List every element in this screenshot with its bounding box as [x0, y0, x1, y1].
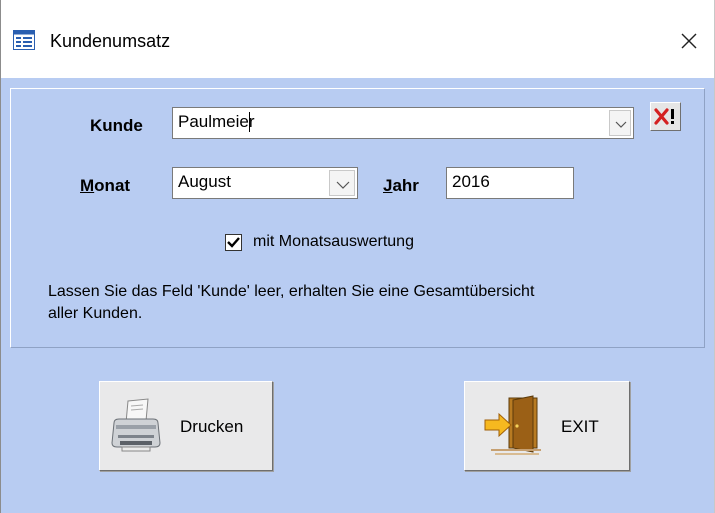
kunde-value: Paulmeier — [178, 112, 255, 131]
kunde-combobox[interactable]: Paulmeier — [172, 107, 634, 139]
monatsauswertung-label: mit Monatsauswertung — [253, 233, 414, 250]
exit-label: EXIT — [561, 417, 599, 436]
close-button[interactable] — [672, 24, 706, 58]
hint-line-1: Lassen Sie das Feld 'Kunde' leer, erhalt… — [48, 283, 535, 300]
monat-dropdown-button[interactable] — [329, 170, 355, 196]
window-border-left — [0, 0, 1, 513]
clear-kunde-button[interactable] — [650, 102, 681, 131]
exit-button[interactable]: EXIT — [464, 381, 630, 471]
window-title: Kundenumsatz — [50, 31, 171, 51]
delete-x-icon — [654, 108, 674, 125]
drucken-label: Drucken — [180, 417, 244, 436]
jahr-value: 2016 — [452, 172, 490, 191]
kunde-label: Kunde — [90, 116, 143, 135]
close-icon — [681, 33, 697, 49]
monat-combobox[interactable]: August — [172, 167, 358, 199]
jahr-label-rest: ahr — [392, 176, 419, 195]
title-bar: Kundenumsatz — [0, 0, 715, 78]
printer-icon — [111, 398, 161, 452]
jahr-input[interactable]: 2016 — [446, 167, 574, 199]
kunde-dropdown-button[interactable] — [609, 110, 631, 136]
exit-door-icon — [484, 395, 541, 455]
drucken-button[interactable]: Drucken — [99, 381, 273, 471]
chevron-down-icon — [336, 181, 350, 189]
checkmark-icon — [227, 237, 240, 248]
monat-label-rest: onat — [94, 176, 131, 195]
form-icon — [13, 30, 35, 50]
chevron-down-icon — [615, 121, 627, 128]
monat-label: Monat — [80, 176, 130, 196]
hint-line-2: aller Kunden. — [48, 305, 143, 322]
monat-value: August — [178, 172, 231, 191]
hint-text: Lassen Sie das Feld 'Kunde' leer, erhalt… — [48, 281, 698, 325]
jahr-label: Jahr — [383, 176, 419, 196]
text-cursor — [249, 112, 250, 132]
monatsauswertung-checkbox[interactable] — [225, 234, 242, 251]
monat-label-accesskey: M — [80, 176, 95, 195]
